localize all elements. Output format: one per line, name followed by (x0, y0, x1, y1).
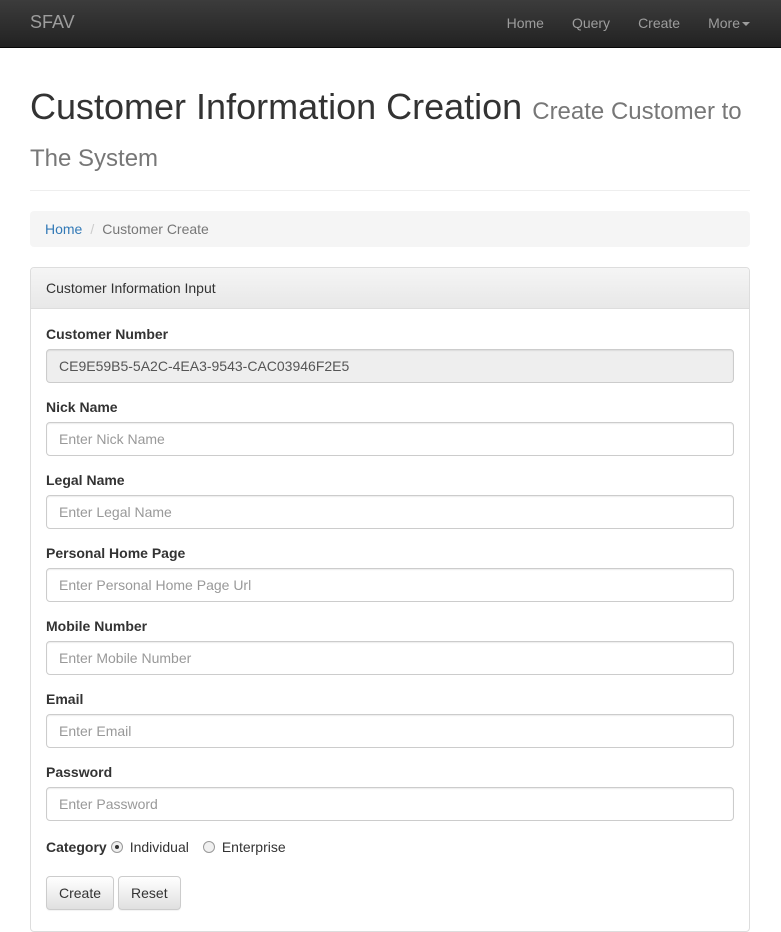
nick-name-group: Nick Name (46, 398, 734, 456)
legal-name-input[interactable] (46, 495, 734, 529)
radio-option-individual[interactable]: Individual (110, 839, 189, 855)
mobile-input[interactable] (46, 641, 734, 675)
nav-home[interactable]: Home (489, 0, 558, 47)
email-label: Email (46, 691, 84, 707)
radio-individual-label: Individual (129, 839, 189, 855)
password-label: Password (46, 764, 113, 780)
home-page-input[interactable] (46, 568, 734, 602)
home-page-group: Personal Home Page (46, 544, 734, 602)
radio-option-enterprise[interactable]: Enterprise (202, 839, 286, 855)
main-container: Customer Information Creation Create Cus… (30, 48, 750, 932)
mobile-label: Mobile Number (46, 618, 148, 634)
navbar: SFAV Home Query Create More (0, 0, 781, 48)
breadcrumb-home[interactable]: Home (45, 221, 82, 237)
legal-name-label: Legal Name (46, 472, 125, 488)
category-label: Category (46, 839, 107, 855)
panel-title: Customer Information Input (31, 268, 749, 309)
breadcrumb-separator: / (90, 221, 95, 237)
email-group: Email (46, 690, 734, 748)
nav-more-dropdown[interactable]: More (694, 0, 781, 47)
nav-menu: Home Query Create More (489, 0, 781, 47)
breadcrumb: Home / Customer Create (30, 211, 750, 247)
customer-form-panel: Customer Information Input Customer Numb… (30, 267, 750, 932)
nick-name-label: Nick Name (46, 399, 118, 415)
page-title-text: Customer Information Creation (30, 86, 523, 127)
panel-body: Customer Number Nick Name Legal Name Per… (31, 309, 749, 925)
create-button[interactable]: Create (46, 876, 115, 910)
radio-enterprise-label: Enterprise (221, 839, 286, 855)
page-header: Customer Information Creation Create Cus… (30, 48, 750, 191)
email-input[interactable] (46, 714, 734, 748)
home-page-label: Personal Home Page (46, 545, 186, 561)
nav-query[interactable]: Query (558, 0, 624, 47)
reset-button[interactable]: Reset (118, 876, 181, 910)
mobile-group: Mobile Number (46, 617, 734, 675)
nick-name-input[interactable] (46, 422, 734, 456)
customer-number-label: Customer Number (46, 326, 169, 342)
nav-more-label: More (708, 15, 740, 31)
password-input[interactable] (46, 787, 734, 821)
password-group: Password (46, 763, 734, 821)
form-actions: Create Reset (46, 876, 734, 910)
breadcrumb-current: Customer Create (102, 221, 209, 237)
radio-individual[interactable] (110, 841, 123, 853)
nav-create[interactable]: Create (624, 0, 694, 47)
radio-enterprise[interactable] (202, 841, 215, 853)
category-group: Category Individual Enterprise (46, 837, 734, 857)
customer-number-group: Customer Number (46, 325, 734, 383)
legal-name-group: Legal Name (46, 471, 734, 529)
customer-number-field[interactable] (46, 349, 734, 383)
brand-link[interactable]: SFAV (30, 12, 75, 32)
page-title: Customer Information Creation Create Cus… (30, 86, 750, 180)
caret-down-icon (742, 22, 750, 27)
